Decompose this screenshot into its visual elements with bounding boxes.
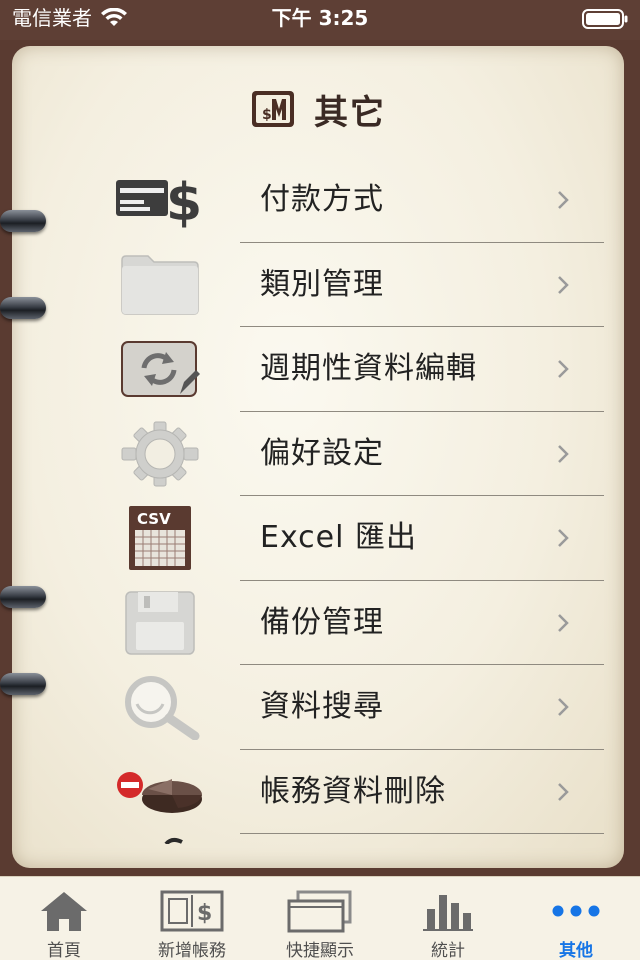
battery-icon — [582, 9, 628, 29]
status-time: 下午 3:25 — [271, 6, 369, 30]
svg-text:$: $ — [197, 901, 212, 926]
menu-item-label: 週期性資料編輯 — [260, 351, 477, 386]
tab-label: 其他 — [559, 941, 593, 960]
home-icon — [29, 887, 99, 934]
quick-view-icon — [285, 887, 355, 934]
menu-item-category-management[interactable]: 類別管理 — [12, 243, 624, 327]
menu-item-label: 付款方式 — [260, 182, 384, 217]
status-bar: 電信業者 下午 3:25 — [0, 0, 640, 40]
binder-ring — [0, 297, 46, 319]
floppy-disk-icon — [112, 589, 208, 657]
svg-text:CSV: CSV — [137, 510, 171, 528]
tab-home[interactable]: 首頁 — [0, 877, 128, 960]
menu-item-label: 備份管理 — [260, 604, 384, 640]
tab-label: 新增帳務 — [158, 941, 226, 960]
tab-statistics[interactable]: 統計 — [384, 877, 512, 960]
menu-item-label: 偏好設定 — [260, 435, 384, 471]
binder-ring — [0, 673, 46, 695]
menu-item-label: 帳務資料刪除 — [260, 773, 446, 809]
tab-add-ledger[interactable]: $ 新增帳務 — [128, 877, 256, 960]
money-notebook-logo-icon: $ — [252, 91, 294, 127]
chevron-right-icon — [558, 360, 569, 378]
svg-text:$: $ — [166, 173, 202, 230]
gear-icon — [112, 420, 208, 488]
divider — [240, 833, 604, 834]
menu-item-preferences[interactable]: 偏好設定 — [12, 412, 624, 496]
tab-bar: 首頁 $ 新增帳務 快捷顯示 統計 其他 — [0, 876, 640, 960]
card-dollar-icon: $ — [112, 166, 208, 234]
menu-item-payment-methods[interactable]: $ 付款方式 — [12, 158, 624, 243]
chevron-right-icon — [558, 698, 569, 716]
add-ledger-icon: $ — [157, 887, 227, 934]
menu-item-recurring-edit[interactable]: 週期性資料編輯 — [12, 327, 624, 412]
page-title: 其它 — [314, 92, 386, 133]
chevron-right-icon — [558, 613, 569, 632]
folder-icon — [112, 251, 208, 319]
delete-pie-icon — [112, 758, 208, 826]
recurring-edit-icon — [112, 335, 208, 403]
binder-ring — [0, 210, 46, 232]
partial-next-icon — [164, 837, 183, 844]
tab-other[interactable]: 其他 — [512, 877, 640, 960]
page-header: $ 其它 — [12, 84, 624, 134]
chevron-right-icon — [558, 782, 569, 801]
menu-item-excel-export[interactable]: CSV Excel 匯出 — [12, 496, 624, 581]
notebook-cover: $ 其它 $ 付款方式 類別管理 週期性資料編輯 偏好設定 CSV Excel … — [0, 40, 640, 876]
binder-ring — [0, 586, 46, 608]
chevron-right-icon — [558, 275, 569, 294]
tab-label: 快捷顯示 — [286, 941, 354, 960]
menu-item-delete-records[interactable]: 帳務資料刪除 — [12, 750, 624, 834]
menu-item-label: Excel 匯出 — [260, 520, 418, 555]
csv-icon: CSV — [112, 504, 208, 572]
notebook-page: $ 其它 $ 付款方式 類別管理 週期性資料編輯 偏好設定 CSV Excel … — [12, 46, 624, 868]
menu-item-label: 資料搜尋 — [260, 689, 384, 724]
chevron-right-icon — [558, 529, 569, 547]
chevron-right-icon — [558, 191, 569, 209]
menu-item-label: 類別管理 — [260, 266, 384, 302]
more-dots-icon — [541, 887, 611, 934]
svg-text:$: $ — [262, 107, 272, 123]
tab-label: 首頁 — [47, 941, 81, 960]
tab-label: 統計 — [431, 941, 465, 960]
menu-item-data-search[interactable]: 資料搜尋 — [12, 665, 624, 750]
menu-item-backup-management[interactable]: 備份管理 — [12, 581, 624, 665]
chevron-right-icon — [558, 444, 569, 463]
settings-menu: $ 付款方式 類別管理 週期性資料編輯 偏好設定 CSV Excel 匯出 備份… — [12, 158, 624, 834]
magnifier-icon — [112, 673, 208, 741]
tab-quick-view[interactable]: 快捷顯示 — [256, 877, 384, 960]
bar-chart-icon — [413, 887, 483, 934]
